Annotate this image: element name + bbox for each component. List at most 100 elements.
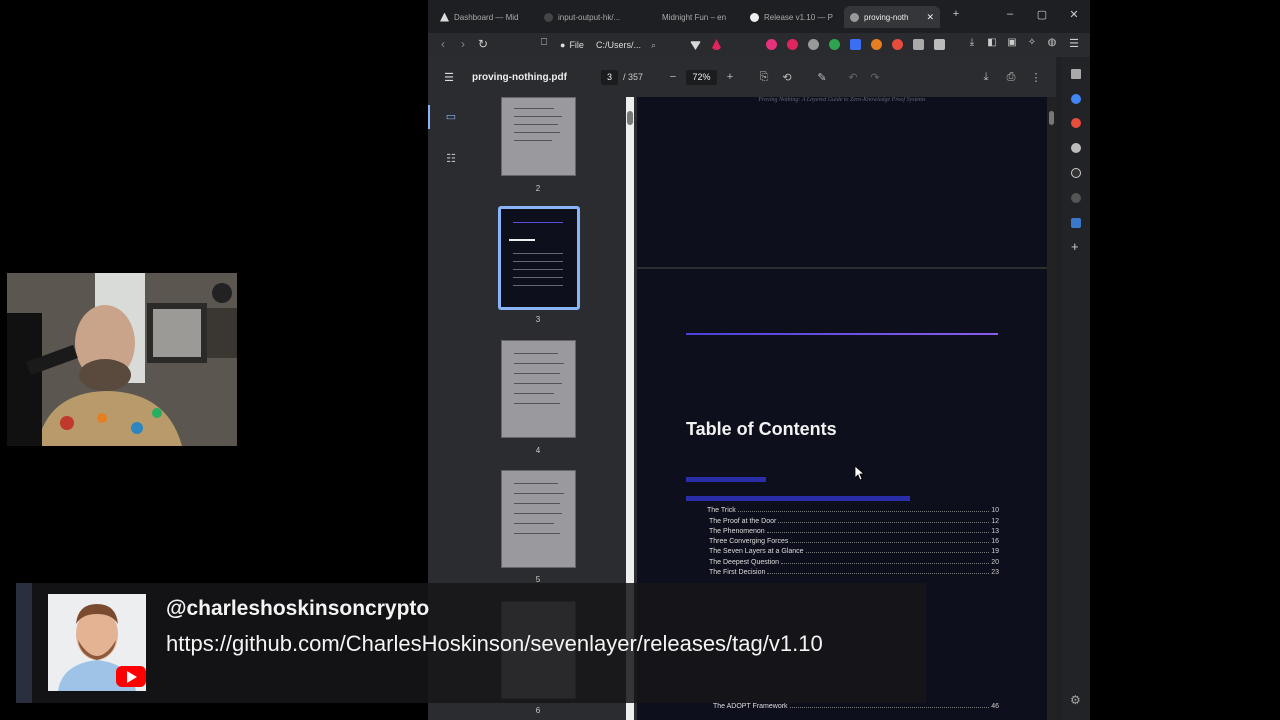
- thumbnail-number: 3: [535, 315, 541, 324]
- extension-3-icon[interactable]: [808, 39, 819, 50]
- scroll-thumb[interactable]: [1049, 111, 1054, 125]
- scroll-thumb[interactable]: [627, 111, 633, 125]
- tab-dashboard[interactable]: Dashboard — Mid: [434, 6, 532, 28]
- pdf-filename: proving-nothing.pdf: [472, 72, 567, 83]
- zoom-out-button[interactable]: −: [666, 71, 680, 83]
- pdf-page-2: Proving Nothing: A Layered Guide to Zero…: [637, 97, 1047, 267]
- release-link[interactable]: https://github.com/CharlesHoskinson/seve…: [166, 631, 823, 657]
- add-panel-icon[interactable]: +: [1071, 239, 1079, 254]
- zoom-level[interactable]: 72%: [686, 70, 717, 85]
- page-running-header: Proving Nothing: A Layered Guide to Zero…: [758, 97, 926, 103]
- toc-title: Table of Contents: [686, 419, 837, 439]
- toc-entry[interactable]: The Seven Layers at a Glance 19: [709, 548, 999, 555]
- page-scrollbar[interactable]: [1047, 97, 1056, 720]
- discord-icon[interactable]: [1071, 193, 1081, 203]
- extension-6-icon[interactable]: [892, 39, 903, 50]
- gemini-icon[interactable]: [1071, 94, 1081, 104]
- tab-bar: Dashboard — Mid input-output-hk/... Midn…: [428, 0, 1090, 33]
- toc-chapter-line: [686, 496, 910, 501]
- thumbnail-page-2[interactable]: [501, 97, 576, 176]
- youtube-icon: [116, 666, 146, 687]
- extension-1-icon[interactable]: [766, 39, 777, 50]
- thumbnail-page-5[interactable]: [501, 470, 576, 568]
- bookmark-icon[interactable]: ⎕: [536, 37, 552, 48]
- outline-icon[interactable]: ☷: [444, 152, 458, 165]
- leo-icon[interactable]: ✧: [1024, 37, 1040, 48]
- toc-entry[interactable]: The Trick 10: [707, 507, 999, 514]
- accent-rule: [686, 333, 998, 335]
- rotate-icon[interactable]: ⟲: [780, 71, 794, 84]
- channel-avatar: [48, 594, 146, 691]
- fit-page-icon[interactable]: ⎘: [757, 71, 771, 84]
- extension-5-icon[interactable]: [871, 39, 882, 50]
- page-total: / 357: [623, 72, 644, 82]
- tab-input-output[interactable]: input-output-hk/...: [538, 6, 636, 28]
- extension-2-icon[interactable]: [787, 39, 798, 50]
- close-window-button[interactable]: ✕: [1064, 8, 1084, 21]
- thumbnail-number: 2: [535, 184, 541, 193]
- address-bar-row: ‹ › ↻ ⎕ ● File C:/Users/... ⌕ ⤓ ◧ ▣ ✧ ◍ …: [428, 33, 1090, 57]
- menu-icon[interactable]: ☰: [1066, 37, 1082, 50]
- webcam-feed: [7, 273, 237, 446]
- minimize-button[interactable]: –: [1000, 8, 1020, 20]
- back-button[interactable]: ‹: [435, 37, 451, 51]
- toc-entry[interactable]: The Proof at the Door 12: [709, 518, 999, 525]
- thumbnail-page-3[interactable]: [501, 209, 577, 307]
- toc-section-line: [686, 477, 766, 482]
- tab-proving-nothing[interactable]: proving-noth ✕: [844, 6, 940, 28]
- info-icon: ●: [560, 40, 566, 50]
- triangle-icon: [440, 12, 449, 22]
- thumbnail-number: 4: [535, 446, 541, 455]
- github-icon: [544, 12, 553, 22]
- wallet-icon[interactable]: ▣: [1004, 37, 1020, 48]
- address-field[interactable]: ● File C:/Users/... ⌕: [560, 36, 730, 54]
- page-number-input[interactable]: 3: [601, 70, 618, 85]
- extension-7-icon[interactable]: [913, 39, 924, 50]
- zoom-in-button[interactable]: +: [723, 71, 737, 83]
- pdf-toolbar: ☰ proving-nothing.pdf 3 / 357 − 72% + ⎘ …: [428, 57, 1056, 97]
- close-tab-icon[interactable]: ✕: [926, 12, 934, 23]
- extensions-puzzle-icon[interactable]: [934, 39, 945, 50]
- channel-handle: @charleshoskinsoncrypto: [166, 597, 430, 620]
- mouse-cursor-icon: [855, 466, 865, 481]
- sidebar-toggle-icon[interactable]: ◧: [984, 37, 1000, 48]
- reload-button[interactable]: ↻: [475, 37, 491, 51]
- download-pdf-icon[interactable]: ⤓: [979, 71, 993, 84]
- extension-4-icon[interactable]: [829, 39, 840, 50]
- thumbnails-icon[interactable]: ▭: [444, 110, 458, 123]
- globe-icon: [850, 12, 859, 22]
- thumbnail-page-4[interactable]: [501, 340, 576, 438]
- download-icon[interactable]: ⤓: [964, 37, 980, 48]
- bitwarden-icon[interactable]: [850, 39, 861, 50]
- toc-entry[interactable]: The Deepest Question 20: [709, 559, 999, 566]
- redo-icon[interactable]: ↷: [868, 71, 882, 84]
- zoom-icon[interactable]: ⌕: [651, 40, 656, 51]
- toc-entry[interactable]: The Phenomenon 13: [709, 528, 999, 535]
- maximize-button[interactable]: ▢: [1032, 8, 1052, 21]
- calendar-icon[interactable]: [1071, 218, 1081, 228]
- github-icon: [750, 12, 759, 22]
- print-icon[interactable]: ⎙: [1004, 71, 1018, 84]
- toc-entry[interactable]: The ADOPT Framework 46: [713, 703, 999, 710]
- banner-accent-bar: [16, 583, 32, 703]
- browser-side-panel: + ⚙: [1062, 57, 1090, 720]
- new-tab-button[interactable]: +: [946, 8, 966, 20]
- toc-entry[interactable]: Three Converging Forces 16: [709, 538, 999, 545]
- hamburger-menu-icon[interactable]: ☰: [442, 71, 456, 84]
- toc-entry[interactable]: The First Decision 23: [709, 569, 999, 576]
- thumbnail-number: 6: [535, 706, 541, 715]
- annotate-icon[interactable]: ✎: [815, 71, 829, 84]
- chatgpt-icon[interactable]: [1071, 143, 1081, 153]
- active-indicator: [428, 105, 430, 129]
- page-icon: [648, 13, 657, 22]
- tab-midnight-fun[interactable]: Midnight Fun – en: [642, 6, 740, 28]
- reading-list-icon[interactable]: [1071, 69, 1081, 79]
- undo-icon[interactable]: ↶: [846, 71, 860, 84]
- more-options-icon[interactable]: ⋮: [1029, 71, 1043, 84]
- settings-gear-icon[interactable]: ⚙: [1070, 693, 1081, 707]
- extension-icon[interactable]: [1071, 118, 1081, 128]
- tab-release[interactable]: Release v1.10 — P: [744, 6, 842, 28]
- forward-button[interactable]: ›: [455, 37, 471, 51]
- vpn-icon[interactable]: ◍: [1044, 37, 1060, 48]
- app-icon[interactable]: [1071, 168, 1081, 178]
